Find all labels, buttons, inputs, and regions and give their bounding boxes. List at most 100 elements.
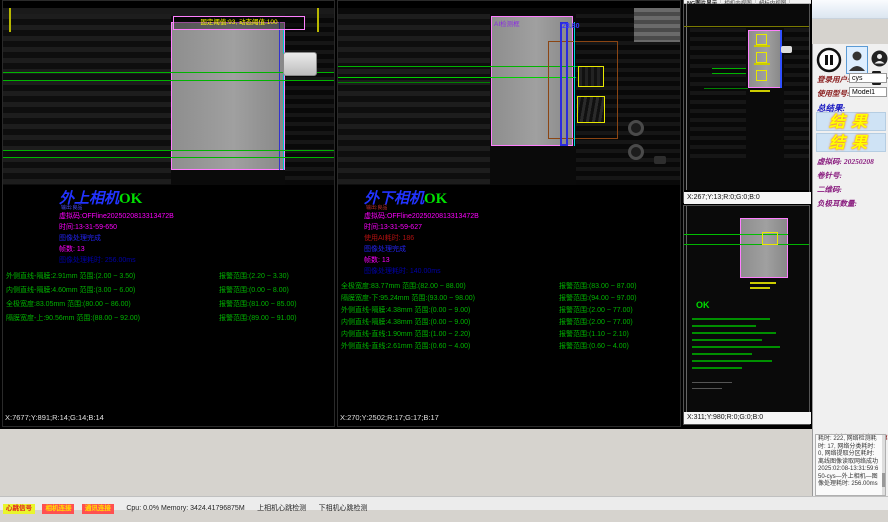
process-time-line: 图像处理耗时: 256.00ms bbox=[59, 256, 136, 265]
ng-preview-panel: NG图片显示相机内视图超标内视图 X:267;Y:13;R:0;G:0;B:0 bbox=[683, 0, 810, 203]
pause-button[interactable] bbox=[816, 47, 842, 73]
mini-text-line bbox=[692, 332, 776, 334]
qr-code-label: 二维码: bbox=[817, 184, 842, 195]
result-box-lower: 结果 bbox=[816, 133, 886, 152]
process-time-line: 图像处理耗时: 140.00ms bbox=[364, 267, 441, 276]
ai-roi-label: AI检测框 bbox=[494, 18, 520, 28]
login-user-button[interactable] bbox=[846, 46, 868, 74]
edge-marker-line bbox=[9, 8, 11, 32]
ng-preview-image[interactable] bbox=[684, 4, 809, 190]
tab-connector-blob bbox=[283, 52, 317, 76]
yellow-annotation bbox=[750, 90, 770, 92]
baseline-hline bbox=[3, 157, 334, 158]
measure-value: 全极宽度:83.77mm 范围:(82.00 ~ 88.00) bbox=[341, 282, 466, 291]
mini-text-line bbox=[692, 367, 742, 369]
ai-time-line: 使用AI耗时: 186 bbox=[364, 234, 414, 243]
frame-count-line: 帧数: 13 bbox=[59, 245, 85, 254]
baseline-hline bbox=[338, 77, 576, 78]
result-box-upper: 结果 bbox=[816, 112, 886, 131]
upper-camera-heartbeat-check[interactable]: 上相机心跳检测 bbox=[257, 503, 306, 515]
mini-text-line bbox=[692, 353, 752, 355]
frame-count-line: 帧数: 13 bbox=[364, 256, 390, 265]
lower-camera-heartbeat-check[interactable]: 下相机心跳检测 bbox=[319, 503, 368, 515]
camera-view-upper-outer[interactable]: 固定阈值:93, 动态阈值:100 bbox=[3, 8, 334, 185]
log-output[interactable]: 耗时: 222, 网络检测耗时: 17, 网络分类耗时: 0, 网络提取分区耗时… bbox=[815, 434, 886, 496]
mini-ok-label: OK bbox=[696, 300, 710, 310]
pin-number-label: 卷针号: bbox=[817, 170, 842, 181]
defect-yellow-box bbox=[756, 70, 767, 81]
output-sub-label: 输出:良品 bbox=[366, 204, 387, 211]
baseline-hline bbox=[712, 73, 746, 74]
baseline-hline bbox=[338, 82, 490, 83]
inner-preview-image[interactable]: OK bbox=[684, 206, 809, 412]
defect-yellow-box bbox=[578, 66, 604, 87]
model-field[interactable] bbox=[849, 87, 887, 97]
virtual-barcode-label: 虚拟码: 20250208 bbox=[817, 156, 874, 167]
model-label: 使用型号: bbox=[817, 88, 850, 99]
defect-yellow-box bbox=[577, 96, 605, 123]
mini-text-line bbox=[692, 382, 732, 383]
measure-value: 隔膜宽度-上:90.56mm 范围:(88.00 ~ 92.00) bbox=[6, 314, 140, 323]
status-bar: 心跳信号 相机连接 通讯连接 Cpu: 0.0% Memory: 3424.41… bbox=[0, 496, 888, 510]
machine-texture bbox=[3, 14, 171, 185]
pause-icon bbox=[816, 47, 842, 73]
measure-blue-rect bbox=[560, 22, 568, 146]
ai-roi-brown-rect bbox=[548, 41, 618, 139]
measure-value-label: 23.80 bbox=[562, 23, 580, 30]
defect-yellow-box bbox=[756, 34, 767, 45]
baseline-hline bbox=[684, 244, 809, 245]
login-user-label: 登录用户: bbox=[817, 74, 850, 85]
cyan-measure-line bbox=[574, 22, 575, 146]
mini-text-line bbox=[692, 325, 756, 327]
machine-texture bbox=[285, 14, 334, 185]
alarm-range: 报警范围:(0.00 ~ 8.00) bbox=[219, 286, 289, 295]
pixel-coords-readout: X:7677;Y:891;R:14;G:14;B:14 bbox=[5, 413, 104, 422]
alarm-range: 报警范围:(81.00 ~ 85.00) bbox=[219, 300, 297, 309]
barcode-line: 虚拟码:OFFline2025020813313472B bbox=[59, 212, 174, 221]
main-workspace: 固定阈值:93, 动态阈值:100 外上相机OK 输出:良品 虚拟码:OFFli… bbox=[0, 0, 812, 429]
camera-panel-upper-outer: 固定阈值:93, 动态阈值:100 外上相机OK 输出:良品 虚拟码:OFFli… bbox=[2, 0, 335, 427]
log-scrollbar-thumb[interactable] bbox=[882, 473, 885, 487]
machine-slot bbox=[654, 156, 666, 164]
yellow-annotation bbox=[754, 63, 770, 65]
camera-connection-badge: 相机连接 bbox=[42, 504, 74, 514]
log-scrollbar[interactable] bbox=[882, 435, 885, 495]
measure-value: 外侧直线-隔膜:2.91mm 范围:(2.00 ~ 3.50) bbox=[6, 272, 135, 281]
mini-text-line bbox=[692, 339, 762, 341]
output-sub-label: 输出:良品 bbox=[61, 204, 82, 211]
mini-text-line bbox=[692, 318, 770, 320]
measure-value: 外侧直线-直线:2.61mm 范围:(0.60 ~ 4.00) bbox=[341, 342, 470, 351]
comm-connection-badge: 通讯连接 bbox=[82, 504, 114, 514]
alarm-range: 报警范围:(83.00 ~ 87.00) bbox=[559, 282, 637, 291]
alarm-range: 报警范围:(2.00 ~ 77.00) bbox=[559, 306, 633, 315]
mini-text-line bbox=[692, 346, 780, 348]
login-user-field[interactable] bbox=[849, 73, 887, 83]
baseline-hline bbox=[3, 150, 334, 151]
baseline-hline bbox=[712, 68, 746, 69]
inner-preview-panel: OK X:311;Y:980;R:0;G:0;B:0 bbox=[683, 205, 810, 425]
operator-icon bbox=[871, 50, 888, 67]
alarm-range: 报警范围:(94.00 ~ 97.00) bbox=[559, 294, 637, 303]
blue-measure-line bbox=[780, 30, 782, 88]
measure-value: 外侧直线-隔膜:4.38mm 范围:(0.00 ~ 9.00) bbox=[341, 306, 470, 315]
result-ok-label: OK bbox=[424, 191, 447, 207]
process-status-line: 图像处理完成 bbox=[364, 245, 406, 254]
heartbeat-status-badge: 心跳信号 bbox=[3, 504, 35, 514]
mini-text-line bbox=[692, 360, 772, 362]
cpu-memory-readout: Cpu: 0.0% Memory: 3424.41796875M bbox=[126, 503, 244, 515]
time-line: 时间:13-31-59-627 bbox=[364, 223, 422, 232]
operator-button[interactable] bbox=[871, 50, 888, 67]
defect-yellow-box bbox=[762, 232, 778, 245]
measure-value: 内侧直线-隔膜:4.60mm 范围:(3.00 ~ 6.00) bbox=[6, 286, 135, 295]
pixel-coords-readout: X:267;Y:13;R:0;G:0;B:0 bbox=[684, 192, 811, 204]
baseline-hline bbox=[3, 80, 334, 81]
defect-yellow-box bbox=[756, 52, 767, 63]
camera-view-lower-outer[interactable]: AI检测框 23.80 bbox=[338, 8, 680, 185]
edge-marker-line bbox=[686, 206, 687, 412]
negative-tab-count-label: 负极耳数量: bbox=[817, 198, 857, 209]
baseline-hline bbox=[704, 88, 748, 89]
baseline-hline bbox=[338, 66, 578, 67]
edge-marker-line bbox=[686, 4, 687, 190]
yellow-annotation bbox=[754, 45, 770, 47]
machine-texture bbox=[338, 14, 490, 185]
